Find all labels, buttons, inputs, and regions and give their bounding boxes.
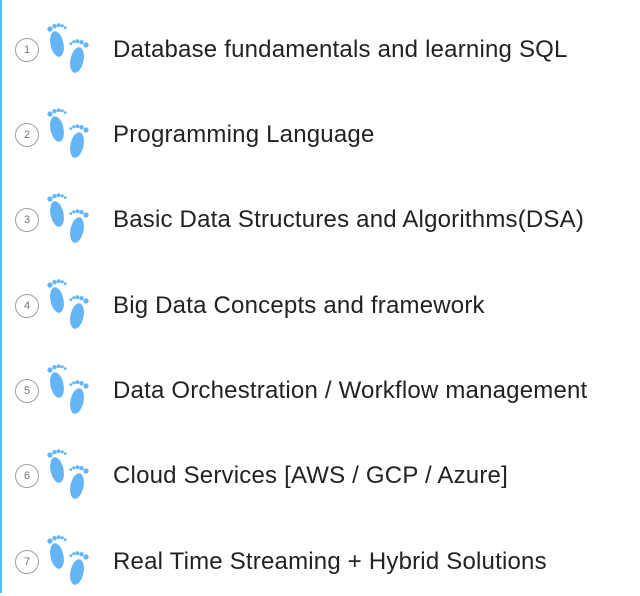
step-item-2: 2 Programming Language bbox=[0, 105, 640, 169]
footprints-icon bbox=[42, 20, 94, 82]
step-item-1: 1 Database fundamentals and learning SQL bbox=[0, 20, 640, 84]
footprints-icon bbox=[42, 276, 94, 338]
step-label: Basic Data Structures and Algorithms(DSA… bbox=[113, 206, 585, 233]
step-label: Cloud Services [AWS / GCP / Azure] bbox=[113, 462, 508, 489]
step-number-badge: 2 bbox=[15, 123, 39, 147]
step-number-badge: 3 bbox=[15, 208, 39, 232]
step-item-4: 4 Big Data Concepts and framework bbox=[0, 276, 640, 340]
step-number-badge: 6 bbox=[15, 464, 39, 488]
footprints-icon bbox=[42, 532, 94, 594]
step-label: Data Orchestration / Workflow management bbox=[113, 377, 588, 404]
step-item-3: 3 Basic Data Structures and Algorithms(D… bbox=[0, 190, 640, 254]
step-number-badge: 7 bbox=[15, 550, 39, 574]
step-number-badge: 1 bbox=[15, 38, 39, 62]
step-label: Real Time Streaming + Hybrid Solutions bbox=[113, 548, 547, 575]
step-number-badge: 4 bbox=[15, 294, 39, 318]
step-item-5: 5 Data Orchestration / Workflow manageme… bbox=[0, 361, 640, 425]
footprints-icon bbox=[42, 105, 94, 167]
footprints-icon bbox=[42, 446, 94, 508]
footprints-icon bbox=[42, 361, 94, 423]
step-label: Programming Language bbox=[113, 121, 375, 148]
step-number-badge: 5 bbox=[15, 379, 39, 403]
step-item-6: 6 Cloud Services [AWS / GCP / Azure] bbox=[0, 446, 640, 510]
step-label: Big Data Concepts and framework bbox=[113, 292, 485, 319]
step-label: Database fundamentals and learning SQL bbox=[113, 36, 568, 63]
footprints-icon bbox=[42, 190, 94, 252]
steps-list: 1 Database fundamentals and learning SQL… bbox=[0, 0, 640, 593]
step-item-7: 7 Real Time Streaming + Hybrid Solutions bbox=[0, 532, 640, 596]
